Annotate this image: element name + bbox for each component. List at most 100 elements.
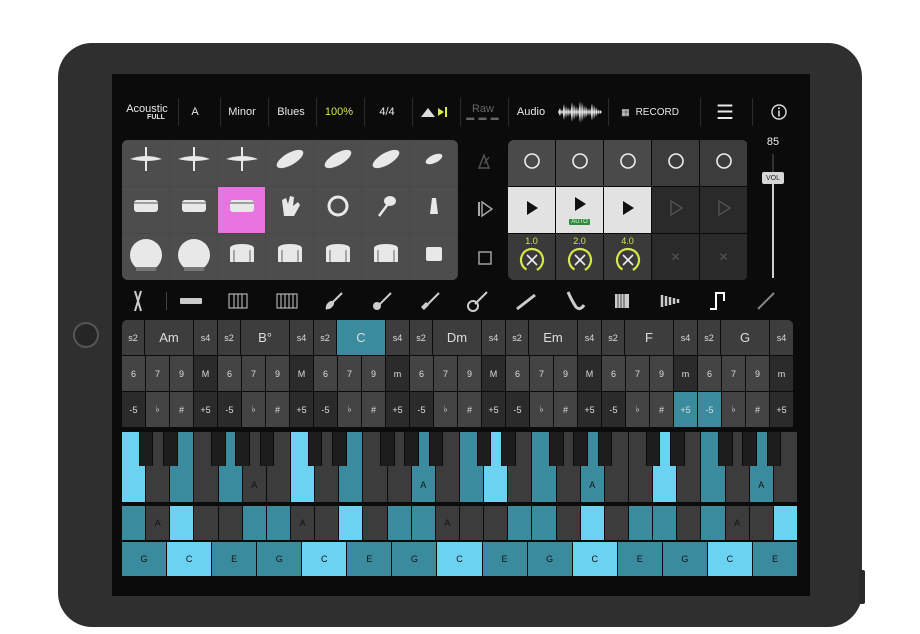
- note-cell[interactable]: [122, 506, 147, 540]
- note-cell[interactable]: [629, 506, 654, 540]
- piano-black-key[interactable]: [404, 432, 419, 466]
- chord-tone-cell[interactable]: E: [347, 542, 393, 576]
- chord-alter-button[interactable]: ♭: [530, 392, 553, 427]
- drum-pad-cowbell[interactable]: [410, 187, 457, 233]
- chord-s2-button[interactable]: s2: [602, 320, 624, 355]
- chord-s4-button[interactable]: s4: [578, 320, 601, 355]
- drum-pad-cymbal-small[interactable]: [410, 140, 457, 186]
- pattern-slot-circle[interactable]: [700, 140, 747, 186]
- metronome-toggle[interactable]: [412, 90, 458, 134]
- pattern-play-button[interactable]: [508, 187, 555, 233]
- pattern-play-button[interactable]: [652, 187, 699, 233]
- piano-black-key[interactable]: [163, 432, 178, 466]
- chord-extension-button[interactable]: 6: [410, 356, 433, 391]
- drum-sticks-icon[interactable]: [122, 286, 162, 316]
- chord-s4-button[interactable]: s4: [386, 320, 409, 355]
- saxophone-icon[interactable]: [554, 286, 594, 316]
- chord-alter-button[interactable]: #: [458, 392, 481, 427]
- chord-tone-cell[interactable]: G: [257, 542, 303, 576]
- drum-pad-cymbal[interactable]: [122, 140, 169, 186]
- chord-button[interactable]: Am: [145, 320, 193, 355]
- chord-alter-button[interactable]: ♭: [242, 392, 265, 427]
- pattern-slot-circle[interactable]: [604, 140, 651, 186]
- note-cell[interactable]: [460, 506, 485, 540]
- audio-button[interactable]: Audio: [508, 90, 554, 134]
- piano-black-key[interactable]: [597, 432, 613, 466]
- piano-black-key[interactable]: [670, 432, 685, 466]
- chord-extension-button[interactable]: 9: [554, 356, 577, 391]
- chord-alter-button[interactable]: #: [554, 392, 577, 427]
- piano-black-key[interactable]: [645, 432, 661, 466]
- chord-tone-cell[interactable]: E: [617, 542, 663, 576]
- chord-extension-button[interactable]: M: [482, 356, 505, 391]
- chord-s2-button[interactable]: s2: [218, 320, 240, 355]
- ramp-icon[interactable]: [746, 286, 786, 316]
- preset-button[interactable]: Acoustic FULL: [118, 90, 176, 134]
- chord-tone-cell[interactable]: C: [437, 542, 483, 576]
- side-button[interactable]: [859, 570, 865, 604]
- note-cell[interactable]: [749, 506, 774, 540]
- chord-button[interactable]: Em: [529, 320, 577, 355]
- chord-alter-button[interactable]: #: [650, 392, 673, 427]
- chord-extension-button[interactable]: 7: [530, 356, 553, 391]
- note-cell[interactable]: [411, 506, 436, 540]
- menu-icon[interactable]: ☰: [702, 90, 748, 134]
- chord-alter-button[interactable]: +5: [674, 392, 697, 427]
- piano-black-key[interactable]: [211, 432, 226, 466]
- pattern-slot-circle[interactable]: [556, 140, 603, 186]
- chord-extension-button[interactable]: 6: [122, 356, 145, 391]
- chord-s2-button[interactable]: s2: [314, 320, 336, 355]
- raw-toggle[interactable]: Raw ▬ ▬ ▬: [460, 90, 506, 134]
- speed-knob[interactable]: ✕: [652, 234, 699, 280]
- chord-alter-button[interactable]: #: [266, 392, 289, 427]
- note-cell[interactable]: [266, 506, 291, 540]
- chord-extension-button[interactable]: 6: [698, 356, 721, 391]
- step-icon[interactable]: [698, 286, 738, 316]
- drum-pad-snare[interactable]: [218, 187, 265, 233]
- chord-extension-button[interactable]: 6: [218, 356, 241, 391]
- chord-extension-button[interactable]: M: [290, 356, 313, 391]
- drum-pad-snare[interactable]: [122, 187, 169, 233]
- speed-knob[interactable]: 2.0: [556, 234, 603, 280]
- drum-pad-cymbal[interactable]: [170, 140, 217, 186]
- chord-s2-button[interactable]: s2: [506, 320, 528, 355]
- chord-alter-button[interactable]: -5: [314, 392, 337, 427]
- drum-pad-maracas[interactable]: [362, 187, 409, 233]
- note-cell[interactable]: A: [435, 506, 460, 540]
- piano-black-key[interactable]: [428, 432, 444, 466]
- note-cell[interactable]: [218, 506, 243, 540]
- violin-icon[interactable]: [314, 286, 354, 316]
- chord-s4-button[interactable]: s4: [482, 320, 505, 355]
- chord-s2-button[interactable]: s2: [410, 320, 432, 355]
- pattern-play-button[interactable]: [604, 187, 651, 233]
- chord-button[interactable]: G: [721, 320, 769, 355]
- chord-alter-button[interactable]: ♭: [338, 392, 361, 427]
- drum-pad-tambourine[interactable]: [314, 187, 361, 233]
- record-button[interactable]: ▦ RECORD: [608, 90, 692, 134]
- note-cell[interactable]: [363, 506, 388, 540]
- chord-s4-button[interactable]: s4: [674, 320, 697, 355]
- key-button[interactable]: A: [178, 90, 212, 134]
- chord-button[interactable]: F: [625, 320, 673, 355]
- chord-alter-button[interactable]: +5: [194, 392, 217, 427]
- chord-tone-cell[interactable]: C: [707, 542, 753, 576]
- drum-pad-cymbal-tilt[interactable]: [314, 140, 361, 186]
- meter-button[interactable]: 4/4: [364, 90, 410, 134]
- chord-tone-cell[interactable]: E: [212, 542, 258, 576]
- chord-extension-button[interactable]: 7: [242, 356, 265, 391]
- piano-black-key[interactable]: [307, 432, 323, 466]
- chord-extension-button[interactable]: 9: [170, 356, 193, 391]
- chord-tone-cell[interactable]: E: [482, 542, 528, 576]
- chord-alter-button[interactable]: ♭: [626, 392, 649, 427]
- pattern-play-button[interactable]: [700, 187, 747, 233]
- note-cell[interactable]: [484, 506, 509, 540]
- note-cell[interactable]: [532, 506, 557, 540]
- organ-icon[interactable]: [266, 286, 306, 316]
- note-cell[interactable]: [653, 506, 678, 540]
- piano-black-key[interactable]: [573, 432, 588, 466]
- chord-button[interactable]: C: [337, 320, 385, 355]
- chord-alter-button[interactable]: -5: [410, 392, 433, 427]
- chord-alter-button[interactable]: +5: [770, 392, 793, 427]
- drum-pad-tom[interactable]: [218, 234, 265, 280]
- drum-pad-tom[interactable]: [266, 234, 313, 280]
